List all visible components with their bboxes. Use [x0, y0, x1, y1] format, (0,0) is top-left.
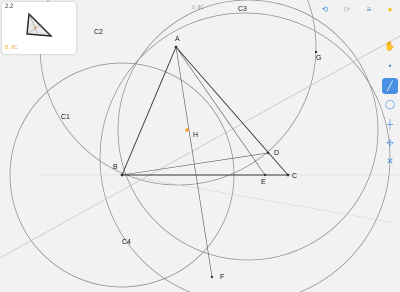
- point-tool-icon[interactable]: •: [382, 58, 398, 74]
- label-e: E: [261, 179, 266, 186]
- label-h: H: [193, 132, 198, 139]
- label-circle-c3: C3: [238, 6, 247, 13]
- label-d: D: [274, 150, 279, 157]
- point-c[interactable]: [286, 173, 290, 177]
- undo-icon[interactable]: ⟲: [319, 4, 331, 16]
- point-e[interactable]: [263, 173, 267, 177]
- altitude-from-b[interactable]: [121, 152, 269, 176]
- point-f[interactable]: [210, 275, 214, 279]
- label-circle-c2: C2: [94, 29, 103, 36]
- circle-tool-icon[interactable]: ◯: [382, 96, 398, 112]
- hint-bulb-icon[interactable]: ●: [384, 4, 396, 16]
- command-count: 0, 8C: [192, 5, 204, 11]
- label-circle-c1: C1: [61, 114, 70, 121]
- redo-icon[interactable]: ⟳: [341, 4, 353, 16]
- level-number: 2.2: [5, 4, 14, 10]
- circle-c3[interactable]: [117, 0, 379, 261]
- label-f: F: [220, 274, 224, 281]
- bisector-tool-icon[interactable]: ✢: [382, 135, 398, 151]
- point-h-highlight[interactable]: [185, 128, 189, 132]
- line-bg[interactable]: [0, 35, 400, 259]
- point-b[interactable]: [120, 173, 124, 177]
- triangle-thumbnail-icon: [26, 12, 53, 37]
- perpendicular-tool-icon[interactable]: ┼: [382, 116, 398, 132]
- label-g: G: [316, 55, 321, 62]
- point-a[interactable]: [174, 45, 178, 49]
- intersect-tool-icon[interactable]: ✕: [382, 153, 398, 169]
- menu-icon[interactable]: ≡: [363, 4, 375, 16]
- point-d[interactable]: [266, 151, 270, 155]
- level-thumbnail-card[interactable]: 2.2 B, 8C: [2, 2, 76, 54]
- label-a: A: [175, 36, 180, 43]
- label-c: C: [292, 173, 297, 180]
- move-tool-icon[interactable]: ✋: [382, 38, 398, 54]
- label-b: B: [113, 164, 118, 171]
- point-g[interactable]: [314, 50, 318, 54]
- thumbnail-commands: B, 8C: [5, 45, 18, 51]
- line-tool-icon[interactable]: ╱: [382, 78, 398, 94]
- line-faint[interactable]: [121, 174, 391, 223]
- circle-c2[interactable]: [39, 0, 317, 186]
- label-circle-c4: C4: [122, 239, 131, 246]
- circle-c4[interactable]: [99, 12, 391, 292]
- altitude-line-ae[interactable]: [175, 46, 266, 176]
